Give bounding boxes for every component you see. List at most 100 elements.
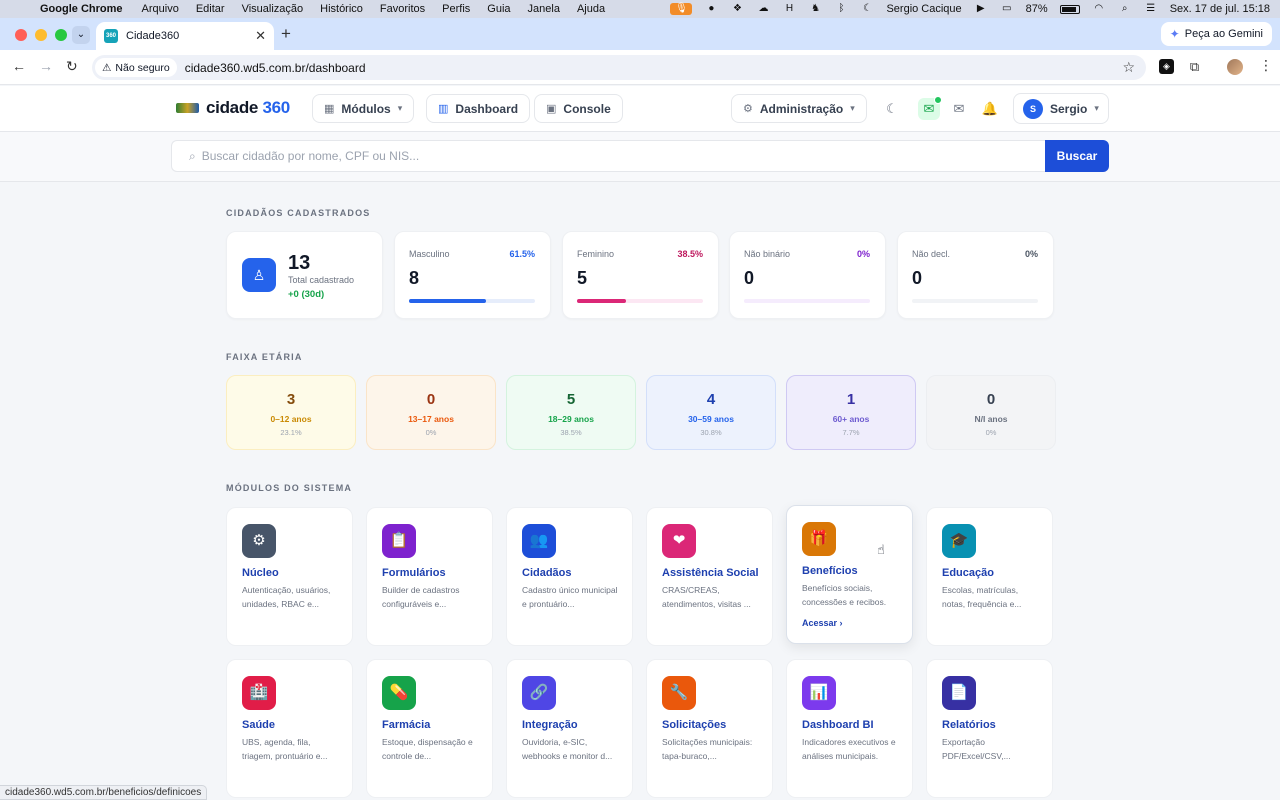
close-tab-icon[interactable]: ✕ <box>255 28 266 44</box>
bluetooth-icon[interactable]: ᛒ <box>834 3 848 15</box>
hospital-icon: 🏥 <box>242 676 276 710</box>
extension-icon[interactable]: ◈ <box>1159 59 1174 74</box>
module-title: Cidadãos <box>522 567 572 579</box>
gender-card[interactable]: Não binário 0% 0 <box>729 231 886 319</box>
module-card-solicita-es[interactable]: 🔧 Solicitações Solicitações municipais: ta… <box>646 659 773 798</box>
module-card-farm-cia[interactable]: 💊 Farmácia Estoque, dispensação e controle… <box>366 659 493 798</box>
gender-card[interactable]: Masculino 61.5% 8 <box>394 231 551 319</box>
menu-favoritos[interactable]: Favoritos <box>380 3 425 15</box>
reload-icon[interactable]: ↻ <box>66 58 78 75</box>
citizen-search-input[interactable]: ⌕ Buscar cidadão por nome, CPF ou NIS... <box>171 140 1045 172</box>
gender-value: 0 <box>912 268 923 288</box>
battery-icon[interactable] <box>1059 4 1080 14</box>
menu-guia[interactable]: Guia <box>487 3 510 15</box>
age-range-card[interactable]: 4 30–59 anos 30.8% <box>646 375 776 450</box>
module-title: Educação <box>942 567 994 579</box>
brand-logo[interactable]: cidade 360 <box>176 98 290 118</box>
user-menu[interactable]: S Sergio ▾ <box>1013 93 1109 124</box>
tab-search-chevron-icon[interactable]: ⌄ <box>72 26 90 44</box>
menu-app-name[interactable]: Google Chrome <box>40 3 123 15</box>
window-controls <box>15 29 67 41</box>
dashboard-button[interactable]: ▥ Dashboard <box>426 94 531 123</box>
module-card-n-cleo[interactable]: ⚙ Núcleo Autenticação, usuários, unidades,… <box>226 507 353 646</box>
gender-card[interactable]: Feminino 38.5% 5 <box>562 231 719 319</box>
menu-visualizacao[interactable]: Visualização <box>242 3 304 15</box>
more-menu-icon[interactable]: ⋮ <box>1259 57 1273 74</box>
dropbox-icon[interactable]: ❖ <box>730 3 744 15</box>
municipal-seal-icon <box>176 103 199 113</box>
access-label: Acessar <box>802 618 838 628</box>
forward-icon[interactable]: → <box>39 58 53 74</box>
wifi-icon[interactable]: ◠ <box>1092 3 1106 15</box>
moon-icon[interactable]: ☾ <box>860 3 874 15</box>
module-card-cidad-os[interactable]: 👥 Cidadãos Cadastro único municipal e pron… <box>506 507 633 646</box>
module-card-dashboard-bi[interactable]: 📊 Dashboard BI Indicadores executivos e an… <box>786 659 913 798</box>
back-icon[interactable]: ← <box>12 58 26 74</box>
profile-avatar[interactable] <box>1227 59 1243 75</box>
wrench-icon: 🔧 <box>662 676 696 710</box>
gemini-button[interactable]: ✦ Peça ao Gemini <box>1160 22 1272 46</box>
bell-icon[interactable]: 🔔 <box>979 98 1001 120</box>
age-range-card[interactable]: 0 13–17 anos 0% <box>366 375 496 450</box>
menu-janela[interactable]: Janela <box>528 3 560 15</box>
bookmark-star-icon[interactable]: ☆ <box>1122 59 1135 76</box>
control-center-icon[interactable]: ☰ <box>1144 3 1158 15</box>
module-title: Núcleo <box>242 567 279 579</box>
module-card-integra-o[interactable]: 🔗 Integração Ouvidoria, e-SIC, webhooks e … <box>506 659 633 798</box>
elephant-icon[interactable]: ♞ <box>808 3 822 15</box>
module-card-relat-rios[interactable]: 📄 Relatórios Exportação PDF/Excel/CSV,... <box>926 659 1053 798</box>
menu-ajuda[interactable]: Ajuda <box>577 3 605 15</box>
search-icon: ⌕ <box>189 148 196 163</box>
total-citizens-card[interactable]: ♙ 13 Total cadastrado +0 (30d) <box>226 231 383 319</box>
microphone-icon[interactable]: 🎙 <box>670 3 693 15</box>
cloud-icon[interactable]: ☁ <box>756 3 770 15</box>
search-button[interactable]: Buscar <box>1045 140 1109 172</box>
gender-card[interactable]: Não decl. 0% 0 <box>897 231 1054 319</box>
url-text[interactable]: cidade360.wd5.com.br/dashboard <box>185 61 366 75</box>
minimize-window-button[interactable] <box>35 29 47 41</box>
module-description: Autenticação, usuários, unidades, RBAC e… <box>242 585 331 609</box>
menu-arquivo[interactable]: Arquivo <box>142 3 179 15</box>
menu-editar[interactable]: Editar <box>196 3 225 15</box>
menu-perfis[interactable]: Perfis <box>442 3 470 15</box>
module-description: Cadastro único municipal e prontuário... <box>522 585 618 609</box>
menu-historico[interactable]: Histórico <box>320 3 363 15</box>
not-secure-chip[interactable]: ⚠ Não seguro <box>95 58 177 77</box>
admin-dropdown[interactable]: ⚙ Administração ▾ <box>731 94 867 123</box>
new-tab-icon[interactable]: + <box>281 24 291 44</box>
gender-progress-fill <box>409 299 487 303</box>
console-button[interactable]: ▣ Console <box>534 94 623 123</box>
age-label: 0–12 anos <box>270 414 312 424</box>
module-card-educa-o[interactable]: 🎓 Educação Escolas, matrículas, notas, fre… <box>926 507 1053 646</box>
play-icon[interactable]: ▶ <box>974 3 988 15</box>
zoom-window-button[interactable] <box>55 29 67 41</box>
access-link[interactable]: Acessar › <box>802 618 843 628</box>
chat-icon[interactable]: ✉ <box>918 96 942 120</box>
gender-label: Masculino <box>409 249 450 259</box>
address-bar[interactable]: ⚠ Não seguro cidade360.wd5.com.br/dashbo… <box>92 55 1146 80</box>
module-card-formul-rios[interactable]: 📋 Formulários Builder de cadastros configu… <box>366 507 493 646</box>
gender-progress-track <box>912 299 1038 303</box>
dark-mode-icon[interactable]: ☾ <box>881 98 903 120</box>
h-app-icon[interactable]: H <box>782 3 796 15</box>
age-range-card[interactable]: 0 N/I anos 0% <box>926 375 1056 450</box>
puzzle-icon[interactable]: ⧉ <box>1187 59 1202 74</box>
close-window-button[interactable] <box>15 29 27 41</box>
modules-dropdown[interactable]: ▦ Módulos ▾ <box>312 94 415 123</box>
module-card-sa-de[interactable]: 🏥 Saúde UBS, agenda, fila, triagem, prontu… <box>226 659 353 798</box>
age-range-card[interactable]: 5 18–29 anos 38.5% <box>506 375 636 450</box>
search-icon[interactable]: ⌕ <box>1118 3 1132 15</box>
app-header: cidade 360 ▦ Módulos ▾ ▥ Dashboard ▣ Con… <box>0 86 1280 132</box>
record-icon[interactable]: ● <box>704 3 718 15</box>
gender-progress-track <box>577 299 703 303</box>
module-card-benef-cios[interactable]: 🎁 Benefícios Benefícios sociais, concessõe… <box>786 505 913 644</box>
display-icon[interactable]: ▭ <box>1000 3 1014 15</box>
age-range-card[interactable]: 1 60+ anos 7.7% <box>786 375 916 450</box>
module-card-assist-ncia-social[interactable]: ❤ Assistência Social CRAS/CREAS, atendimen… <box>646 507 773 646</box>
browser-tab[interactable]: 360 Cidade360 ✕ <box>96 22 274 50</box>
age-range-card[interactable]: 3 0–12 anos 23.1% <box>226 375 356 450</box>
mail-icon[interactable]: ✉ <box>948 98 970 120</box>
module-title: Dashboard BI <box>802 719 874 731</box>
menubar-user-name[interactable]: Sergio Cacique <box>886 3 961 15</box>
menubar-datetime[interactable]: Sex. 17 de jul. 15:18 <box>1170 3 1270 15</box>
